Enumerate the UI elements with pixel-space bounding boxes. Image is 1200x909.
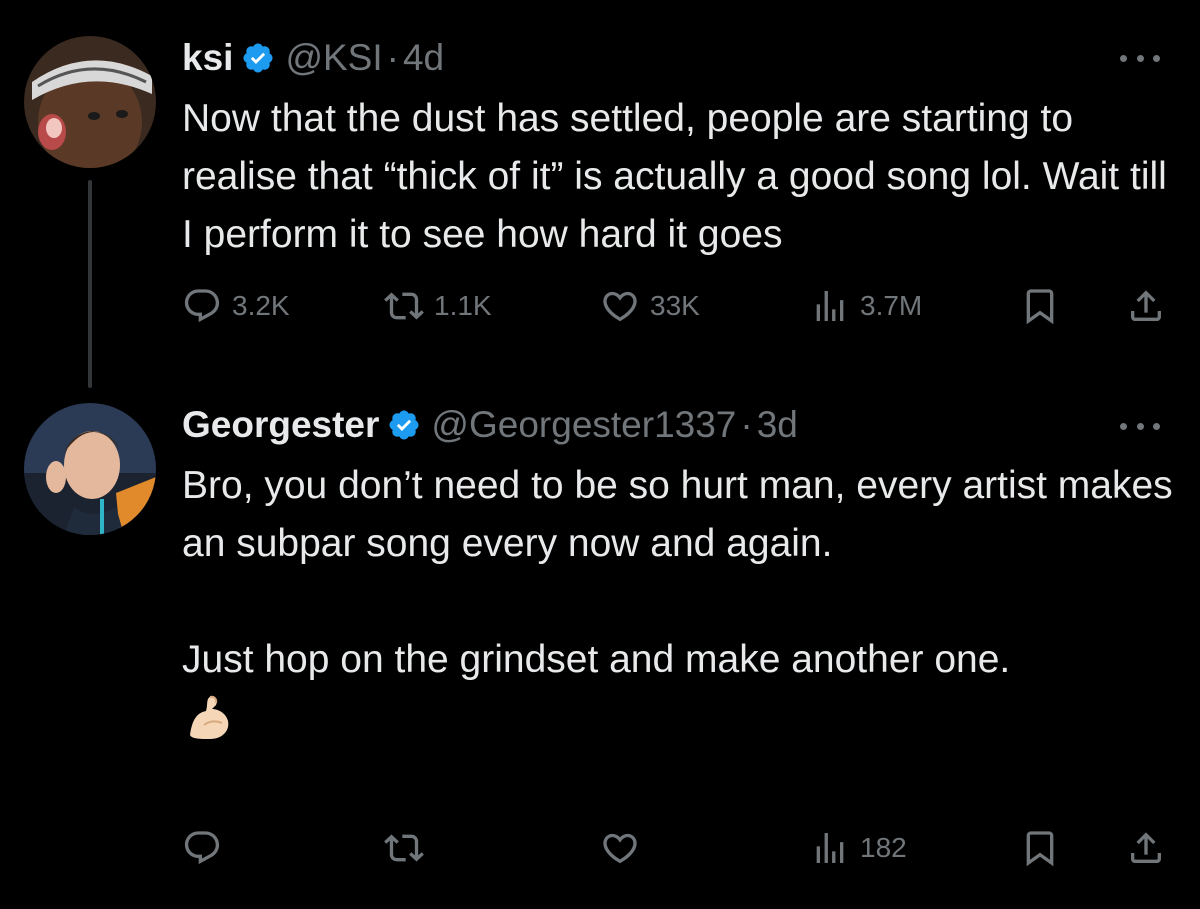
action-bar: 3.2K 1.1K 33K 3.7M <box>182 283 1172 329</box>
flexed-biceps-emoji-icon <box>182 691 238 747</box>
share-button[interactable] <box>1126 825 1166 871</box>
repost-button[interactable]: 1.1K <box>384 283 492 329</box>
more-options-icon[interactable] <box>1120 420 1160 432</box>
reply-icon <box>184 289 220 323</box>
tweet-ksi[interactable]: ksi @KSI · 4d Now that the dust has sett… <box>0 0 1200 395</box>
more-options-icon[interactable] <box>1120 52 1160 64</box>
avatar[interactable] <box>24 403 156 535</box>
repost-button[interactable] <box>384 825 434 871</box>
reply-icon <box>184 831 220 865</box>
separator-dot: · <box>740 404 753 445</box>
tweet-header: ksi @KSI · 4d <box>182 36 444 80</box>
views-icon <box>816 291 844 321</box>
action-bar: 182 <box>182 825 1172 871</box>
repost-count: 1.1K <box>434 290 492 321</box>
bookmark-icon <box>1026 831 1054 867</box>
like-button[interactable] <box>600 825 650 871</box>
repost-icon <box>384 834 424 862</box>
like-button[interactable]: 33K <box>600 283 700 329</box>
reply-button[interactable]: 3.2K <box>182 283 290 329</box>
tweet-georgester[interactable]: Georgester @Georgester1337 · 3d Bro, you… <box>0 395 1200 909</box>
reply-count: 3.2K <box>232 290 290 321</box>
view-count: 3.7M <box>860 290 923 321</box>
like-icon <box>603 291 637 322</box>
repost-icon <box>384 292 424 320</box>
handle[interactable]: @KSI <box>285 36 382 80</box>
tweet-header: Georgester @Georgester1337 · 3d <box>182 403 798 447</box>
like-icon <box>603 833 637 864</box>
tweet-text-container: Bro, you don’t need to be so hurt man, e… <box>182 457 1182 747</box>
verified-badge-icon <box>387 408 421 442</box>
bookmark-button[interactable] <box>1020 283 1060 329</box>
tweet-text: Now that the dust has settled, people ar… <box>182 97 1178 256</box>
verified-badge-icon <box>241 41 275 75</box>
view-count: 182 <box>860 832 907 863</box>
display-name[interactable]: Georgester <box>182 403 379 447</box>
reply-button[interactable] <box>182 825 232 871</box>
display-name[interactable]: ksi <box>182 36 233 80</box>
timestamp[interactable]: 4d <box>403 36 444 80</box>
share-icon <box>1131 832 1161 863</box>
views-button[interactable]: 3.7M <box>810 283 922 329</box>
separator-dot: · <box>386 37 399 78</box>
avatar-georgester-image <box>24 403 156 535</box>
share-icon <box>1131 290 1161 321</box>
bookmark-icon <box>1026 289 1054 325</box>
bookmark-button[interactable] <box>1020 825 1060 871</box>
share-button[interactable] <box>1126 283 1166 329</box>
avatar[interactable] <box>24 36 156 168</box>
avatar-ksi-image <box>24 36 156 168</box>
thread-connector-line <box>88 180 92 388</box>
timestamp[interactable]: 3d <box>757 403 798 447</box>
like-count: 33K <box>650 290 700 321</box>
handle[interactable]: @Georgester1337 <box>431 403 736 447</box>
views-icon <box>816 833 844 863</box>
views-button[interactable]: 182 <box>810 825 907 871</box>
tweet-text: Bro, you don’t need to be so hurt man, e… <box>182 464 1173 681</box>
